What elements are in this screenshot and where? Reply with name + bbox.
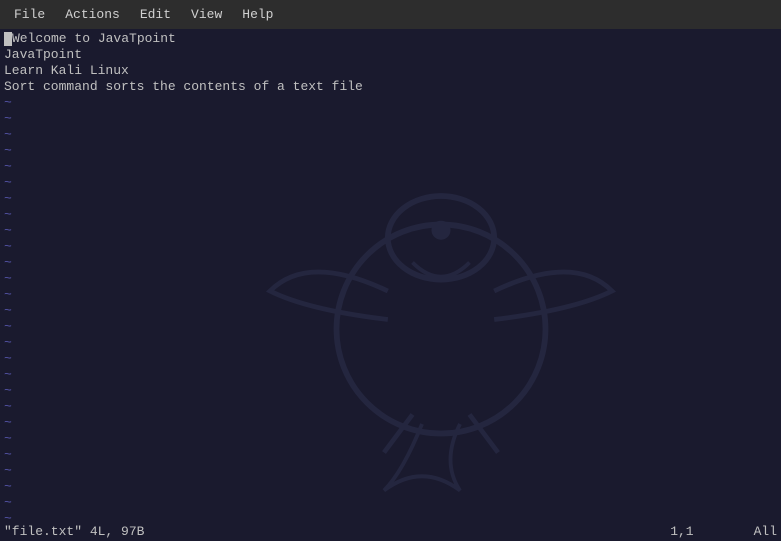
tilde-line: ~ [4, 383, 781, 399]
tilde-line: ~ [4, 303, 781, 319]
file-info: "file.txt" 4L, 97B [4, 524, 144, 539]
position-label: All [754, 524, 777, 539]
text-line-2: JavaTpoint [4, 47, 781, 63]
cursor-position: 1,1 [670, 524, 693, 539]
tilde-line: ~ [4, 431, 781, 447]
text-line-3: Learn Kali Linux [4, 63, 781, 79]
tilde-line: ~ [4, 271, 781, 287]
tilde-line: ~ [4, 207, 781, 223]
tilde-line: ~ [4, 143, 781, 159]
text-lines: Welcome to JavaTpointJavaTpointLearn Kal… [4, 31, 781, 521]
menu-edit[interactable]: Edit [130, 3, 181, 26]
editor-area: Welcome to JavaTpointJavaTpointLearn Kal… [0, 29, 781, 521]
tilde-line: ~ [4, 335, 781, 351]
tilde-line: ~ [4, 223, 781, 239]
menubar: File Actions Edit View Help [0, 0, 781, 29]
tilde-line: ~ [4, 367, 781, 383]
tilde-line: ~ [4, 511, 781, 521]
text-line-4: Sort command sorts the contents of a tex… [4, 79, 781, 95]
menu-help[interactable]: Help [232, 3, 283, 26]
tilde-line: ~ [4, 399, 781, 415]
tilde-line: ~ [4, 159, 781, 175]
tilde-line: ~ [4, 351, 781, 367]
cursor [4, 32, 12, 46]
statusbar-right: 1,1 All [670, 524, 777, 539]
text-line-1: Welcome to JavaTpoint [4, 31, 781, 47]
text-content[interactable]: Welcome to JavaTpointJavaTpointLearn Kal… [0, 29, 781, 521]
tilde-line: ~ [4, 239, 781, 255]
tilde-line: ~ [4, 447, 781, 463]
tilde-line: ~ [4, 479, 781, 495]
tilde-line: ~ [4, 255, 781, 271]
tilde-line: ~ [4, 463, 781, 479]
tilde-line: ~ [4, 287, 781, 303]
menu-file[interactable]: File [4, 3, 55, 26]
tilde-line: ~ [4, 95, 781, 111]
statusbar-left: "file.txt" 4L, 97B [4, 524, 144, 539]
menu-view[interactable]: View [181, 3, 232, 26]
tilde-line: ~ [4, 319, 781, 335]
tilde-line: ~ [4, 111, 781, 127]
tilde-line: ~ [4, 175, 781, 191]
tilde-line: ~ [4, 191, 781, 207]
tilde-line: ~ [4, 127, 781, 143]
menu-actions[interactable]: Actions [55, 3, 130, 26]
statusbar: "file.txt" 4L, 97B 1,1 All [0, 521, 781, 541]
tilde-line: ~ [4, 415, 781, 431]
tilde-line: ~ [4, 495, 781, 511]
